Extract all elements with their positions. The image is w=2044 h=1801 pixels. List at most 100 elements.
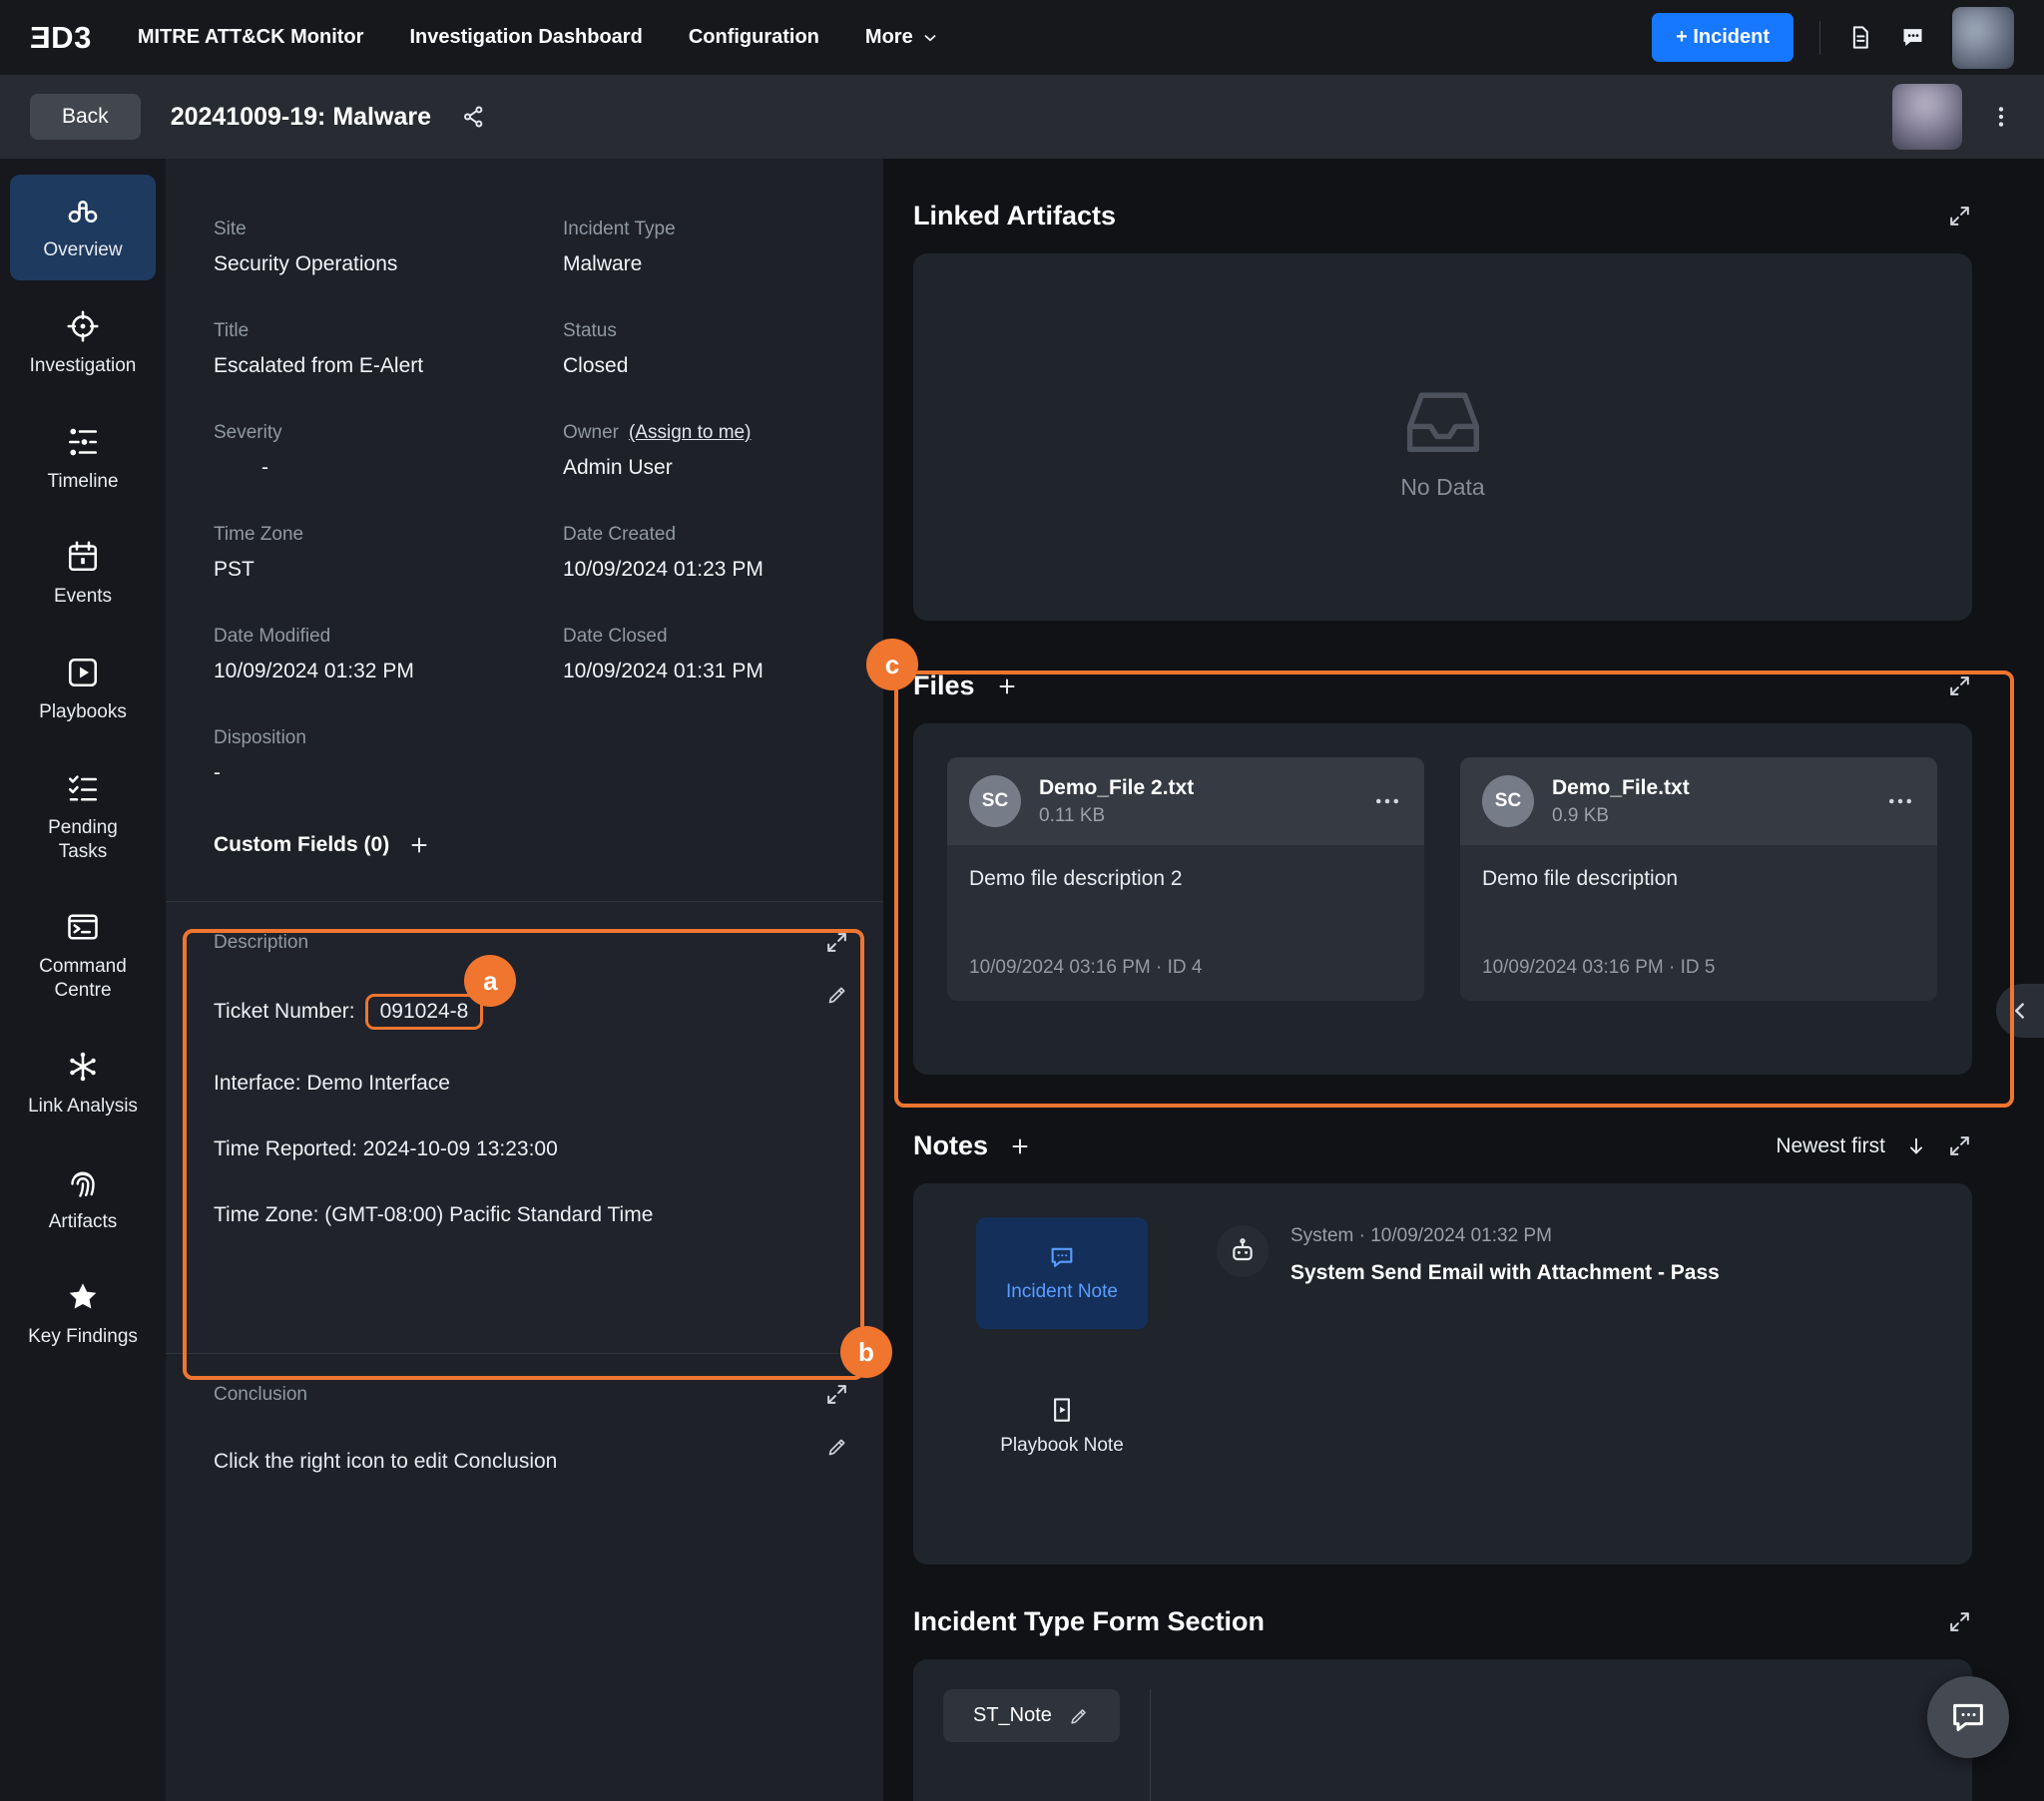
incident-header-bar: Back 20241009-19: Malware (0, 75, 2044, 159)
star-icon (65, 1279, 101, 1315)
ticket-number-value: 091024-8 a (365, 994, 484, 1030)
expand-icon[interactable] (824, 930, 849, 955)
fingerprint-icon (65, 1164, 101, 1200)
file-description: Demo file description 2 (969, 867, 1402, 891)
edit-description-icon[interactable] (825, 983, 849, 1007)
conclusion-section: Conclusion Click the right icon to edit … (166, 1354, 883, 1514)
assign-to-me-link[interactable]: (Assign to me) (629, 422, 751, 444)
incident-note-tab[interactable]: Incident Note (976, 1217, 1148, 1329)
description-line: Interface: Demo Interface (214, 1072, 835, 1096)
file-tile[interactable]: SC Demo_File 2.txt 0.11 KB Demo file des… (947, 757, 1424, 1001)
collapse-panel-button[interactable] (1996, 984, 2044, 1038)
playbook-note-tab[interactable]: Playbook Note (1000, 1395, 1124, 1457)
annotation-marker-c: c (866, 639, 918, 690)
note-entry: System · 10/09/2024 01:32 PM System Send… (1217, 1217, 1720, 1531)
nav-configuration[interactable]: Configuration (689, 26, 819, 49)
incident-fields: Site Security Operations Incident Type M… (214, 219, 835, 785)
add-file-button[interactable] (995, 675, 1019, 698)
sidebar-item-command-centre[interactable]: Command Centre (10, 891, 156, 1021)
chat-icon[interactable] (1899, 24, 1926, 51)
linked-artifacts-title: Linked Artifacts (913, 201, 1116, 231)
sidebar-item-timeline[interactable]: Timeline (10, 406, 156, 512)
document-icon[interactable] (1846, 24, 1873, 51)
field-date-closed: Date Closed 10/09/2024 01:31 PM (563, 626, 835, 683)
custom-fields-row: Custom Fields (0) (214, 833, 835, 857)
form-divider (1150, 1689, 1151, 1801)
file-tile[interactable]: SC Demo_File.txt 0.9 KB Demo file descri… (1460, 757, 1937, 1001)
conclusion-placeholder: Click the right icon to edit Conclusion (214, 1450, 835, 1474)
file-meta: 10/09/2024 03:16 PM · ID 5 (1482, 957, 1915, 979)
expand-icon[interactable] (1947, 204, 1972, 228)
conclusion-title: Conclusion (214, 1384, 835, 1406)
edit-icon (1068, 1705, 1090, 1727)
assignee-avatar[interactable] (1892, 84, 1962, 150)
sort-label[interactable]: Newest first (1776, 1134, 1885, 1158)
chat-fab-button[interactable] (1927, 1676, 2009, 1758)
play-square-icon (65, 655, 101, 690)
notes-card: Incident Note Playbook Note System · 10/… (913, 1183, 1972, 1565)
file-description: Demo file description (1482, 867, 1915, 891)
field-status: Status Closed (563, 320, 835, 378)
network-icon (65, 1049, 101, 1085)
field-owner: Owner (Assign to me) Admin User (563, 422, 835, 480)
field-disposition: Disposition - (214, 727, 543, 785)
sidebar-item-investigation[interactable]: Investigation (10, 290, 156, 396)
ticket-number-line: Ticket Number: 091024-8 a (214, 994, 835, 1030)
nav-investigation-dashboard[interactable]: Investigation Dashboard (409, 26, 642, 49)
file-size: 0.11 KB (1039, 805, 1354, 827)
checklist-icon (65, 770, 101, 806)
st-note-button[interactable]: ST_Note (943, 1689, 1120, 1742)
expand-icon[interactable] (1947, 1609, 1972, 1634)
note-bubble-icon (1048, 1243, 1076, 1271)
incident-details-panel: Site Security Operations Incident Type M… (166, 159, 883, 1801)
field-date-modified: Date Modified 10/09/2024 01:32 PM (214, 626, 543, 683)
sidebar-item-link-analysis[interactable]: Link Analysis (10, 1031, 156, 1136)
nav-more[interactable]: More (865, 26, 939, 49)
add-note-button[interactable] (1008, 1134, 1032, 1158)
binoculars-icon (65, 193, 101, 228)
file-menu-icon[interactable] (1885, 786, 1915, 816)
sort-direction-icon[interactable] (1905, 1135, 1927, 1157)
back-button[interactable]: Back (30, 94, 141, 140)
file-meta: 10/09/2024 03:16 PM · ID 4 (969, 957, 1402, 979)
file-size: 0.9 KB (1552, 805, 1867, 827)
file-name: Demo_File.txt (1552, 776, 1867, 800)
share-icon[interactable] (461, 104, 487, 130)
avatar-image (1892, 84, 1962, 150)
annotation-marker-a: a (464, 955, 516, 1007)
top-nav: ƎD3 MITRE ATT&CK Monitor Investigation D… (0, 0, 2044, 75)
expand-icon[interactable] (824, 1382, 849, 1407)
description-line: Time Zone: (GMT-08:00) Pacific Standard … (214, 1203, 835, 1227)
add-custom-field-button[interactable] (407, 833, 431, 857)
sidebar-item-artifacts[interactable]: Artifacts (10, 1146, 156, 1252)
linked-artifacts-header: Linked Artifacts (913, 201, 1972, 231)
new-incident-button[interactable]: + Incident (1652, 13, 1793, 62)
sidebar-item-pending-tasks[interactable]: Pending Tasks (10, 752, 156, 882)
edit-conclusion-icon[interactable] (825, 1435, 849, 1459)
sidebar-item-overview[interactable]: Overview (10, 175, 156, 280)
avatar-image (1952, 7, 2014, 69)
field-severity: Severity - (214, 422, 543, 480)
form-section-card: ST_Note (913, 1659, 1972, 1801)
user-avatar[interactable] (1952, 7, 2014, 69)
annotation-marker-b: b (840, 1326, 892, 1378)
toolbar-separator (1819, 21, 1820, 55)
sidebar-item-key-findings[interactable]: Key Findings (10, 1261, 156, 1367)
expand-icon[interactable] (1947, 674, 1972, 698)
field-site: Site Security Operations (214, 219, 543, 276)
field-title: Title Escalated from E-Alert (214, 320, 543, 378)
file-menu-icon[interactable] (1372, 786, 1402, 816)
calendar-icon (65, 539, 101, 575)
more-options-icon[interactable] (1988, 104, 2014, 130)
linked-artifacts-card: No Data (913, 253, 1972, 621)
file-owner-avatar: SC (969, 775, 1021, 827)
form-section-title: Incident Type Form Section (913, 1606, 1265, 1637)
nav-mitre-attack-monitor[interactable]: MITRE ATT&CK Monitor (138, 26, 364, 49)
left-sidebar: Overview Investigation Timeline Events P… (0, 159, 166, 1801)
expand-icon[interactable] (1947, 1133, 1972, 1158)
sidebar-item-playbooks[interactable]: Playbooks (10, 637, 156, 742)
files-card: SC Demo_File 2.txt 0.11 KB Demo file des… (913, 723, 1972, 1075)
sidebar-item-events[interactable]: Events (10, 521, 156, 627)
field-incident-type: Incident Type Malware (563, 219, 835, 276)
description-title: Description (214, 932, 835, 954)
